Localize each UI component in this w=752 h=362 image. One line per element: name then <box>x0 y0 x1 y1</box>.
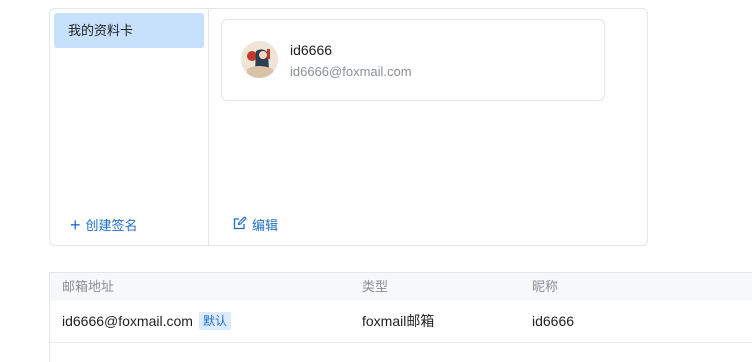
profile-card[interactable]: id6666 id6666@foxmail.com <box>221 19 605 101</box>
column-header-nickname: 昵称 <box>532 279 559 294</box>
card-panel: 我的资料卡 + 创建签名 id6666 id6666@foxmail.com 编… <box>49 8 648 246</box>
type-cell: foxmail邮箱 <box>362 313 435 329</box>
email-cell: id6666@foxmail.com 默认 <box>62 301 231 342</box>
edit-button[interactable]: 编辑 <box>233 215 278 234</box>
sidebar-item-my-card[interactable]: 我的资料卡 <box>54 13 204 48</box>
table-row[interactable]: id6666@foxmail.com 默认 foxmail邮箱 id6666 <box>50 301 752 343</box>
profile-email: id6666@foxmail.com <box>290 64 412 79</box>
account-table: 邮箱地址 类型 昵称 id6666@foxmail.com 默认 foxmail邮… <box>49 272 752 362</box>
edit-icon <box>233 216 247 233</box>
table-header: 邮箱地址 类型 昵称 <box>50 273 752 301</box>
create-signature-button[interactable]: + 创建签名 <box>70 215 138 234</box>
nickname-cell: id6666 <box>532 313 575 329</box>
avatar <box>241 41 278 78</box>
plus-icon: + <box>70 214 81 235</box>
edit-label: 编辑 <box>252 218 279 233</box>
default-badge: 默认 <box>198 312 231 330</box>
profile-name: id6666 <box>290 42 333 58</box>
create-signature-label: 创建签名 <box>85 218 138 233</box>
email-value: id6666@foxmail.com <box>62 313 193 329</box>
card-sidebar: 我的资料卡 + 创建签名 <box>50 9 209 245</box>
column-header-type: 类型 <box>362 279 389 294</box>
column-header-email: 邮箱地址 <box>62 279 115 294</box>
